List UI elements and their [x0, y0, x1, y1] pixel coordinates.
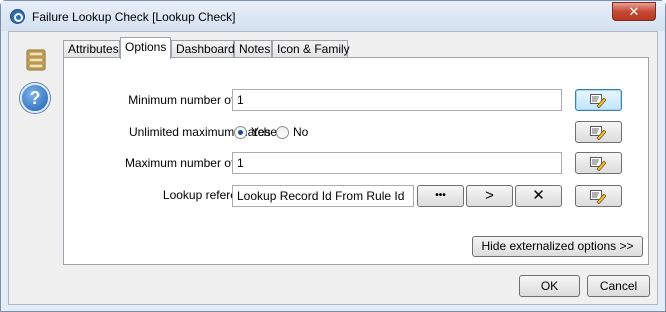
clear-lookup-button[interactable]: ✕: [515, 185, 562, 207]
edit-value-icon: [590, 190, 606, 204]
unlimited-yes-radio[interactable]: [234, 126, 247, 139]
hide-externalized-options-button[interactable]: Hide externalized options >>: [472, 236, 643, 257]
tab-options[interactable]: Options: [120, 37, 171, 59]
lookup-ref-edit-button[interactable]: [575, 185, 622, 207]
unlimited-yes-label[interactable]: Yes: [251, 125, 271, 139]
min-matches-edit-button[interactable]: [575, 89, 622, 111]
max-matches-edit-button[interactable]: [575, 152, 622, 174]
ok-button[interactable]: OK: [519, 275, 580, 297]
edit-value-icon: [590, 126, 606, 140]
dialog-client: ? Attributes Options Dashboard Notes Ico…: [8, 31, 658, 305]
tab-icon-family[interactable]: Icon & Family: [272, 40, 350, 58]
options-panel: Minimum number of matches 1 Unlimited ma…: [63, 57, 649, 265]
max-matches-field[interactable]: 1: [232, 152, 562, 174]
edit-value-icon: [590, 94, 606, 108]
cancel-button[interactable]: Cancel: [587, 275, 650, 297]
close-window-button[interactable]: ✕: [612, 2, 656, 21]
dialog-window: Failure Lookup Check [Lookup Check] ✕ ? …: [0, 0, 666, 312]
tab-dashboard[interactable]: Dashboard: [171, 40, 235, 58]
unlimited-no-radio[interactable]: [276, 126, 289, 139]
tab-notes[interactable]: Notes: [234, 40, 272, 58]
unlimited-edit-button[interactable]: [575, 121, 622, 143]
edit-value-icon: [590, 157, 606, 171]
database-icon: [26, 49, 46, 71]
unlimited-no-label[interactable]: No: [293, 125, 308, 139]
help-icon[interactable]: ?: [20, 83, 50, 113]
min-matches-field[interactable]: 1: [232, 89, 562, 111]
app-icon: [10, 9, 25, 24]
tab-attributes[interactable]: Attributes: [63, 40, 120, 58]
window-title: Failure Lookup Check [Lookup Check]: [32, 10, 236, 24]
lookup-ref-field[interactable]: Lookup Record Id From Rule Id: [232, 185, 414, 207]
browse-lookup-button[interactable]: •••: [417, 185, 464, 207]
title-bar[interactable]: Failure Lookup Check [Lookup Check] ✕: [1, 1, 665, 31]
open-lookup-button[interactable]: >: [466, 185, 513, 207]
